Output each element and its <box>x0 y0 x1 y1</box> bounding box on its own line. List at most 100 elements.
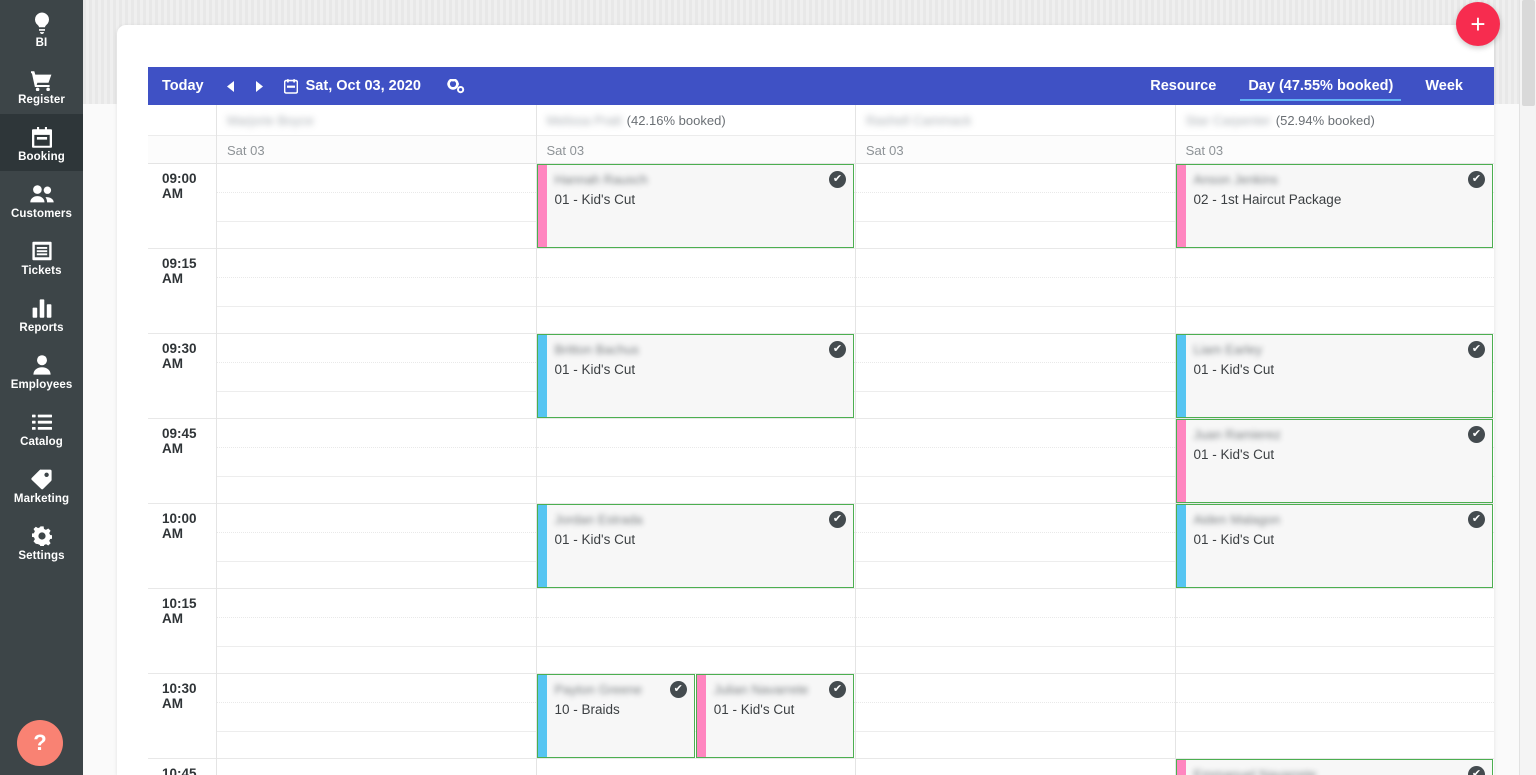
gender-indicator <box>1176 335 1186 417</box>
check-circle-icon[interactable]: ✔ <box>1468 171 1485 188</box>
time-label: 10:30 AM <box>162 681 197 711</box>
sidebar-item-catalog[interactable]: Catalog <box>0 399 83 456</box>
calendar-columns: 09:00 AM 09:15 AM 09:30 AM 09:45 AM 10:00 AM… <box>148 164 1494 775</box>
help-icon: ? <box>33 730 47 755</box>
calendar-cell[interactable] <box>856 674 1175 759</box>
view-tab-day[interactable]: Day (47.55% booked) <box>1232 67 1409 105</box>
check-circle-icon[interactable]: ✔ <box>829 511 846 528</box>
prev-day-button[interactable] <box>218 67 245 105</box>
resource-header-cell[interactable]: Marjorie Boyce <box>217 105 537 136</box>
half-divider <box>856 475 1175 504</box>
check-circle-icon[interactable]: ✔ <box>1468 426 1485 443</box>
calendar-cell[interactable] <box>1175 674 1494 759</box>
page-scrollbar[interactable] <box>1519 0 1536 775</box>
calendar-cell[interactable] <box>856 589 1175 674</box>
appointment-block[interactable]: Julian Navarrete 01 - Kid's Cut ✔ <box>695 674 854 758</box>
gender-indicator <box>537 675 547 757</box>
calendar-cell[interactable] <box>856 249 1175 334</box>
view-tab-week[interactable]: Week <box>1409 67 1479 105</box>
time-slot-label: 10:30 AM <box>148 674 216 759</box>
appointment-block[interactable]: Aiden Malagon 01 - Kid's Cut ✔ <box>1175 504 1493 588</box>
sidebar-item-employees[interactable]: Employees <box>0 342 83 399</box>
sidebar-item-bi[interactable]: BI <box>0 0 83 57</box>
check-circle-icon[interactable]: ✔ <box>829 681 846 698</box>
appointment-body: Jordan Estrada 01 - Kid's Cut ✔ <box>547 505 854 587</box>
appointment-block[interactable]: Britton Bachus 01 - Kid's Cut ✔ <box>536 334 854 418</box>
check-circle-icon[interactable]: ✔ <box>829 171 846 188</box>
calendar-cell[interactable] <box>856 419 1175 504</box>
sidebar-item-booking[interactable]: Booking <box>0 114 83 171</box>
check-circle-icon[interactable]: ✔ <box>1468 766 1485 775</box>
check-circle-icon[interactable]: ✔ <box>829 341 846 358</box>
next-day-button[interactable] <box>245 67 272 105</box>
calendar-cell[interactable] <box>217 249 536 334</box>
resource-header-cell[interactable]: Melissa Pratt (42.16% booked) <box>537 105 856 136</box>
calendar-cell[interactable] <box>217 674 536 759</box>
customer-name: Jordan Estrada <box>554 512 643 527</box>
sidebar-item-label: Catalog <box>20 436 63 448</box>
bar-chart-icon <box>32 297 52 319</box>
calendar-cell[interactable] <box>536 419 855 504</box>
calendar-cell[interactable] <box>217 504 536 589</box>
appointment-block[interactable]: Payton Greene 10 - Braids ✔ <box>536 674 695 758</box>
check-circle-icon[interactable]: ✔ <box>1468 511 1485 528</box>
customer-name: Britton Bachus <box>554 342 640 357</box>
appointment-block[interactable]: Anson Jenkins 02 - 1st Haircut Package ✔ <box>1175 164 1493 248</box>
day-header-cell: Sat 03 <box>537 136 856 164</box>
calendar-cell[interactable] <box>217 334 536 419</box>
check-circle-icon[interactable]: ✔ <box>669 681 687 698</box>
calendar-body[interactable]: 09:00 AM 09:15 AM 09:30 AM 09:45 AM 10:00 AM… <box>148 164 1494 775</box>
sidebar-item-tickets[interactable]: Tickets <box>0 228 83 285</box>
calendar-cell[interactable] <box>217 759 536 775</box>
calendar-cell[interactable] <box>217 419 536 504</box>
service-name: 01 - Kid's Cut <box>1193 532 1275 547</box>
resource-name: Melissa Pratt <box>546 113 622 128</box>
calendar-grid: Marjorie Boyce Melissa Pratt (42.16% booke… <box>148 105 1494 775</box>
resource-header-row: Marjorie Boyce Melissa Pratt (42.16% booke… <box>148 105 1494 136</box>
calendar-cell[interactable] <box>217 589 536 674</box>
cart-icon <box>30 69 53 91</box>
sidebar-item-reports[interactable]: Reports <box>0 285 83 342</box>
calendar-cell[interactable] <box>536 249 855 334</box>
calendar-cell[interactable] <box>1175 249 1494 334</box>
calendar-cell[interactable] <box>856 164 1175 249</box>
resource-header-cell[interactable]: Rashell Cammack <box>856 105 1176 136</box>
help-button[interactable]: ? <box>17 720 63 766</box>
half-divider <box>217 475 536 504</box>
calendar-cell[interactable] <box>856 334 1175 419</box>
calendar-settings-button[interactable] <box>433 67 479 105</box>
appointment-block[interactable]: Emmanuel Navarrete ✔ <box>1175 759 1493 775</box>
time-label: 10:15 AM <box>162 596 197 626</box>
check-circle-icon[interactable]: ✔ <box>1468 341 1485 358</box>
calendar-cell[interactable] <box>536 589 855 674</box>
calendar-cell[interactable] <box>856 504 1175 589</box>
sidebar-item-settings[interactable]: Settings <box>0 513 83 570</box>
calendar-cell[interactable] <box>536 759 855 775</box>
half-divider <box>536 305 855 334</box>
resource-name: Star Carpenter <box>1185 113 1271 128</box>
calendar-cell[interactable] <box>1175 589 1494 674</box>
gender-indicator <box>537 165 547 247</box>
service-name: 02 - 1st Haircut Package <box>1193 192 1342 207</box>
gender-indicator <box>1176 760 1186 775</box>
resource-column <box>856 164 1176 775</box>
quarter-divider <box>217 447 536 475</box>
appointment-block[interactable]: Liam Earley 01 - Kid's Cut ✔ <box>1175 334 1493 418</box>
half-divider <box>1175 645 1494 674</box>
day-header-cell: Sat 03 <box>1176 136 1495 164</box>
appointment-block[interactable]: Jordan Estrada 01 - Kid's Cut ✔ <box>536 504 854 588</box>
today-button[interactable]: Today <box>148 67 218 105</box>
page-scrollbar-thumb[interactable] <box>1522 0 1535 106</box>
add-appointment-fab[interactable]: + <box>1456 2 1500 46</box>
sidebar-item-customers[interactable]: Customers <box>0 171 83 228</box>
appointment-block[interactable]: Hannah Rausch 01 - Kid's Cut ✔ <box>536 164 854 248</box>
sidebar-item-register[interactable]: Register <box>0 57 83 114</box>
sidebar-item-label: BI <box>35 37 48 49</box>
view-tab-resource[interactable]: Resource <box>1134 67 1232 105</box>
sidebar-item-marketing[interactable]: Marketing <box>0 456 83 513</box>
calendar-cell[interactable] <box>217 164 536 249</box>
calendar-cell[interactable] <box>856 759 1175 775</box>
date-picker-button[interactable]: Sat, Oct 03, 2020 <box>272 67 433 105</box>
resource-header-cell[interactable]: Star Carpenter (52.94% booked) <box>1176 105 1495 136</box>
appointment-block[interactable]: Juan Ramierez 01 - Kid's Cut ✔ <box>1175 419 1493 503</box>
